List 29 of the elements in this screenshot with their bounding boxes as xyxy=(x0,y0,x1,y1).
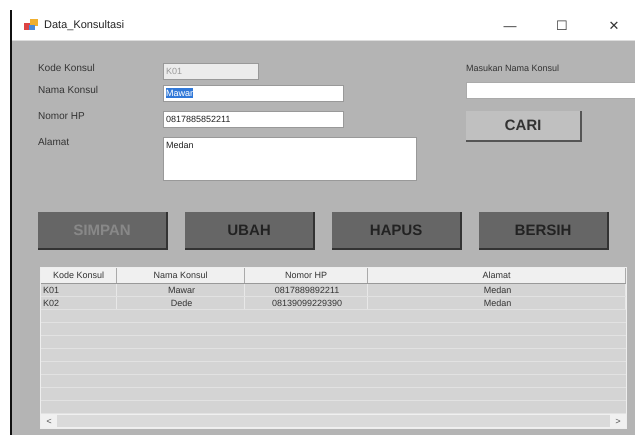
scroll-right-button[interactable]: > xyxy=(610,416,626,426)
search-label: Masukan Nama Konsul xyxy=(466,63,560,73)
table-cell: K02 xyxy=(41,297,117,309)
table-cell: Medan xyxy=(368,284,626,296)
field-label: Nomor HP xyxy=(38,111,86,124)
input-field[interactable]: 0817885852211 xyxy=(163,111,344,128)
column-header[interactable]: Kode Konsul xyxy=(41,268,117,283)
column-header[interactable]: Alamat xyxy=(368,268,626,283)
input-field[interactable]: Mawar xyxy=(163,85,344,102)
table-cell: K01 xyxy=(41,284,117,296)
table-cell: Dede xyxy=(117,297,245,309)
window-control[interactable]: ☐ xyxy=(539,18,585,32)
search-field[interactable] xyxy=(466,82,635,99)
field-label: Nama Konsul xyxy=(38,85,100,98)
table-cell: Mawar xyxy=(117,284,245,296)
table-cell: 0817889892211 xyxy=(245,284,368,296)
window-control[interactable]: — xyxy=(487,18,533,32)
column-header[interactable]: Nomor HP xyxy=(245,268,368,283)
window-control[interactable]: ✕ xyxy=(591,18,635,32)
column-header[interactable]: Nama Konsul xyxy=(117,268,245,283)
window-title: Data_Konsultasi xyxy=(44,19,126,31)
table-cell: Medan xyxy=(368,297,626,309)
table-cell: 08139099229390 xyxy=(245,297,368,309)
field-label: Alamat xyxy=(38,137,70,150)
field-label: Kode Konsul xyxy=(38,63,96,76)
app-icon xyxy=(24,19,38,31)
text-area[interactable]: Medan xyxy=(163,137,417,181)
search-button[interactable]: CARI xyxy=(466,111,582,142)
scroll-left-button[interactable]: < xyxy=(41,416,57,426)
